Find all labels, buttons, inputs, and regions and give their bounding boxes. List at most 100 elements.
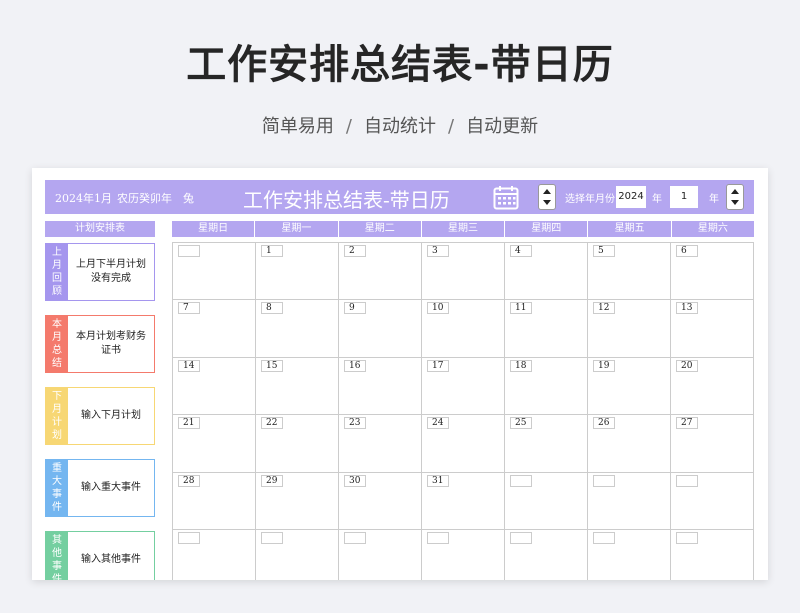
plan-card[interactable]: 本月总结 本月计划考财务证书 bbox=[45, 315, 155, 373]
day-number: 31 bbox=[427, 474, 449, 487]
day-cell[interactable]: 7 bbox=[173, 300, 256, 358]
day-number bbox=[676, 531, 698, 544]
day-cell[interactable]: 23 bbox=[339, 415, 422, 473]
day-number: 14 bbox=[178, 359, 200, 372]
spinner-button[interactable] bbox=[726, 184, 744, 210]
day-cell[interactable] bbox=[256, 529, 339, 580]
day-cell[interactable] bbox=[505, 529, 588, 580]
day-number: 5 bbox=[593, 245, 615, 257]
day-cell[interactable]: 3 bbox=[422, 243, 505, 301]
day-number: 13 bbox=[676, 302, 698, 315]
spin-up-icon[interactable] bbox=[731, 189, 739, 194]
day-cell[interactable]: 14 bbox=[173, 357, 256, 416]
hero-sub-1: 简单易用 bbox=[261, 116, 334, 137]
card-text[interactable]: 输入下月计划 bbox=[68, 388, 154, 444]
hero-sub-3: 自动更新 bbox=[466, 116, 539, 137]
day-number: 2 bbox=[344, 245, 366, 257]
spin-down-icon[interactable] bbox=[543, 200, 551, 205]
month-input[interactable]: 1 bbox=[670, 186, 698, 208]
day-cell[interactable]: 17 bbox=[422, 357, 505, 416]
plan-card[interactable]: 下月计划 输入下月计划 bbox=[45, 387, 155, 445]
day-cell[interactable]: 29 bbox=[256, 472, 339, 530]
day-cell[interactable]: 30 bbox=[339, 472, 422, 530]
hero-sep: / bbox=[345, 116, 352, 137]
day-number: 16 bbox=[344, 359, 366, 372]
day-cell[interactable]: 27 bbox=[671, 415, 754, 473]
day-cell[interactable]: 11 bbox=[505, 300, 588, 358]
day-cell[interactable] bbox=[671, 472, 754, 530]
day-cell[interactable]: 19 bbox=[588, 357, 671, 416]
day-number: 8 bbox=[261, 302, 283, 315]
day-cell[interactable] bbox=[173, 529, 256, 580]
card-tag: 其他事件 bbox=[46, 532, 68, 580]
day-number: 12 bbox=[593, 302, 615, 315]
plan-card[interactable]: 重大事件 输入重大事件 bbox=[45, 459, 155, 517]
day-cell[interactable]: 28 bbox=[173, 472, 256, 530]
day-number bbox=[178, 245, 200, 257]
day-number: 1 bbox=[261, 245, 283, 257]
banner-title: 工作安排总结表-带日历 bbox=[243, 188, 450, 212]
day-cell[interactable]: 6 bbox=[671, 243, 754, 301]
day-number: 17 bbox=[427, 359, 449, 372]
day-number: 10 bbox=[427, 302, 449, 315]
day-cell[interactable]: 24 bbox=[422, 415, 505, 473]
year-input[interactable]: 2024 bbox=[616, 186, 646, 208]
card-text[interactable]: 输入重大事件 bbox=[68, 460, 154, 516]
spinner-button[interactable] bbox=[538, 184, 556, 210]
spin-down-icon[interactable] bbox=[731, 200, 739, 205]
zodiac: 兔 bbox=[183, 192, 194, 205]
day-cell[interactable]: 12 bbox=[588, 300, 671, 358]
day-cell[interactable]: 26 bbox=[588, 415, 671, 473]
day-cell[interactable]: 8 bbox=[256, 300, 339, 358]
day-cell[interactable]: 31 bbox=[422, 472, 505, 530]
card-text[interactable]: 上月下半月计划没有完成 bbox=[68, 244, 154, 300]
month-unit: 年 bbox=[709, 194, 719, 205]
day-number bbox=[593, 531, 615, 544]
day-number bbox=[344, 531, 366, 544]
day-cell[interactable]: 22 bbox=[256, 415, 339, 473]
day-cell[interactable]: 15 bbox=[256, 357, 339, 416]
card-text[interactable]: 本月计划考财务证书 bbox=[68, 316, 154, 372]
day-cell[interactable] bbox=[671, 529, 754, 580]
day-number: 7 bbox=[178, 302, 200, 315]
day-cell[interactable] bbox=[505, 472, 588, 530]
calendar-grid: 1 2 3 4 5 6 7 8 9 10 11 12 13 14 15 16 17 18 19 20 21 22 23 24 2… bbox=[172, 242, 754, 580]
day-cell[interactable]: 25 bbox=[505, 415, 588, 473]
day-cell[interactable]: 2 bbox=[339, 243, 422, 301]
card-text[interactable]: 输入其他事件 bbox=[68, 532, 154, 580]
current-date: 2024年1月 bbox=[55, 192, 112, 205]
day-number: 15 bbox=[261, 359, 283, 372]
day-cell[interactable] bbox=[588, 529, 671, 580]
hero-sub-2: 自动统计 bbox=[364, 116, 436, 137]
weekday-label: 星期日 bbox=[172, 221, 255, 237]
day-cell[interactable] bbox=[588, 472, 671, 530]
day-cell[interactable] bbox=[422, 529, 505, 580]
day-cell[interactable]: 10 bbox=[422, 300, 505, 358]
day-cell[interactable]: 4 bbox=[505, 243, 588, 301]
day-cell[interactable]: 13 bbox=[671, 300, 754, 358]
day-cell[interactable] bbox=[173, 243, 256, 301]
plan-header: 计划安排表 bbox=[45, 221, 155, 237]
day-cell[interactable]: 5 bbox=[588, 243, 671, 301]
day-number: 21 bbox=[178, 417, 200, 430]
day-number: 29 bbox=[261, 474, 283, 487]
weekday-label: 星期一 bbox=[255, 221, 338, 237]
day-number: 4 bbox=[510, 245, 532, 257]
day-number bbox=[510, 474, 532, 487]
plan-card[interactable]: 上月回顾 上月下半月计划没有完成 bbox=[45, 243, 155, 301]
day-cell[interactable]: 21 bbox=[173, 415, 256, 473]
day-number: 24 bbox=[427, 417, 449, 430]
day-number: 19 bbox=[593, 359, 615, 372]
day-number bbox=[427, 531, 449, 544]
day-number bbox=[178, 531, 200, 544]
day-number bbox=[261, 531, 283, 544]
day-cell[interactable]: 20 bbox=[671, 357, 754, 416]
spin-up-icon[interactable] bbox=[543, 189, 551, 194]
day-cell[interactable]: 18 bbox=[505, 357, 588, 416]
day-cell[interactable]: 1 bbox=[256, 243, 339, 301]
day-cell[interactable]: 9 bbox=[339, 300, 422, 358]
plan-card[interactable]: 其他事件 输入其他事件 bbox=[45, 531, 155, 580]
day-cell[interactable] bbox=[339, 529, 422, 580]
day-cell[interactable]: 16 bbox=[339, 357, 422, 416]
day-number: 23 bbox=[344, 417, 366, 430]
